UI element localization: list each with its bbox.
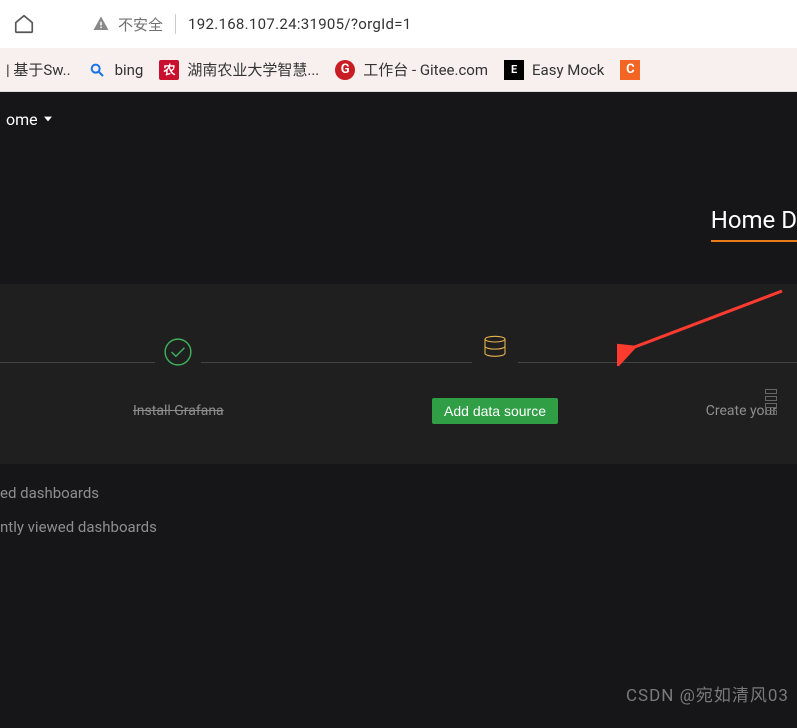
- home-dropdown[interactable]: ome: [6, 110, 52, 129]
- bookmark-item[interactable]: bing: [87, 60, 144, 80]
- onboard-step-dashboard: Create your: [653, 329, 777, 419]
- starred-dashboards-label: ed dashboards: [0, 484, 797, 502]
- recent-dashboards-label: ntly viewed dashboards: [0, 518, 797, 536]
- bookmark-label: Easy Mock: [532, 61, 604, 79]
- site-icon: 农: [159, 60, 179, 80]
- gitee-icon: G: [335, 60, 355, 80]
- add-datasource-button[interactable]: Add data source: [432, 398, 558, 424]
- bookmark-label: 工作台 - Gitee.com: [363, 59, 488, 80]
- dashboard-icon: [765, 389, 777, 415]
- nav-label: ome: [6, 110, 38, 129]
- page-title-area: Home D: [0, 206, 797, 234]
- onboard-step-datasource: Add data source: [337, 324, 654, 424]
- bookmark-item[interactable]: 农 湖南农业大学智慧...: [159, 59, 319, 80]
- bookmark-label: bing: [115, 61, 144, 79]
- dashboards-section: ed dashboards ntly viewed dashboards: [0, 464, 797, 572]
- security-label: 不安全: [118, 14, 163, 35]
- bookmark-item[interactable]: | 基于Sw..: [6, 59, 71, 80]
- divider: [175, 14, 176, 34]
- search-icon: [87, 60, 107, 80]
- onboard-step-install: Install Grafana: [20, 329, 337, 419]
- warning-icon: [92, 15, 110, 33]
- url-text[interactable]: 192.168.107.24:31905/?orgId=1: [188, 15, 411, 33]
- bookmark-item[interactable]: G 工作台 - Gitee.com: [335, 59, 488, 80]
- app-header: ome: [0, 92, 797, 146]
- bookmark-label: 湖南农业大学智慧...: [187, 59, 319, 80]
- browser-home-button[interactable]: [10, 10, 38, 38]
- bookmark-item[interactable]: E Easy Mock: [504, 60, 604, 80]
- check-icon: [155, 329, 201, 375]
- onboarding-panel: Install Grafana Add data source: [0, 284, 797, 464]
- bookmark-label: | 基于Sw..: [6, 59, 71, 80]
- step-label: Install Grafana: [133, 403, 224, 419]
- security-indicator[interactable]: 不安全: [92, 14, 163, 35]
- site-icon: C: [620, 60, 640, 80]
- main-area: Home D Install Grafana: [0, 146, 797, 572]
- easymock-icon: E: [504, 60, 524, 80]
- grafana-app: ome Home D Install Grafana: [0, 92, 797, 728]
- browser-url-bar: 不安全 192.168.107.24:31905/?orgId=1: [0, 0, 797, 48]
- chevron-down-icon: [44, 115, 52, 123]
- bookmarks-bar: | 基于Sw.. bing 农 湖南农业大学智慧... G 工作台 - Gite…: [0, 48, 797, 92]
- bookmark-item[interactable]: C: [620, 60, 640, 80]
- database-icon: [472, 324, 518, 370]
- watermark: CSDN @宛如清风03: [626, 681, 789, 706]
- page-title: Home D: [711, 206, 797, 234]
